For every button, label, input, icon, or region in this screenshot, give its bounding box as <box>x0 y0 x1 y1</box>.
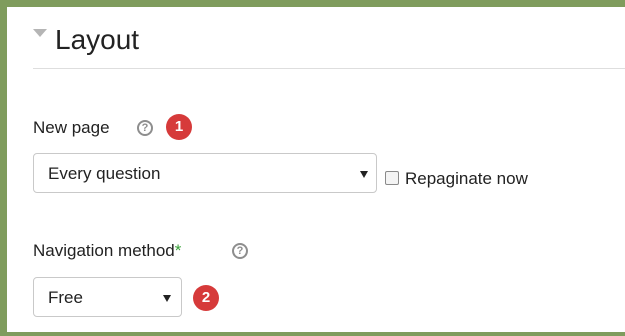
navigation-method-label-text: Navigation method <box>33 241 175 260</box>
navigation-method-selected-value: Free <box>48 288 83 307</box>
new-page-select[interactable]: Every question <box>33 153 377 193</box>
navigation-method-label: Navigation method* <box>33 241 181 261</box>
chevron-down-icon <box>360 171 368 178</box>
repaginate-checkbox[interactable] <box>385 171 399 185</box>
section-divider <box>33 68 625 69</box>
repaginate-label[interactable]: Repaginate now <box>405 169 528 189</box>
section-title: Layout <box>55 24 140 55</box>
new-page-selected-value: Every question <box>48 164 161 183</box>
new-page-label: New page <box>33 118 110 137</box>
annotation-badge-2: 2 <box>193 285 219 311</box>
section-header-layout[interactable]: Layout <box>33 24 139 56</box>
navigation-method-select[interactable]: Free <box>33 277 182 317</box>
required-star: * <box>174 241 182 260</box>
chevron-down-icon <box>163 295 171 302</box>
help-icon[interactable]: ? <box>232 243 248 259</box>
collapse-arrow-icon[interactable] <box>33 29 47 37</box>
annotation-badge-1: 1 <box>166 114 192 140</box>
help-icon[interactable]: ? <box>137 120 153 136</box>
